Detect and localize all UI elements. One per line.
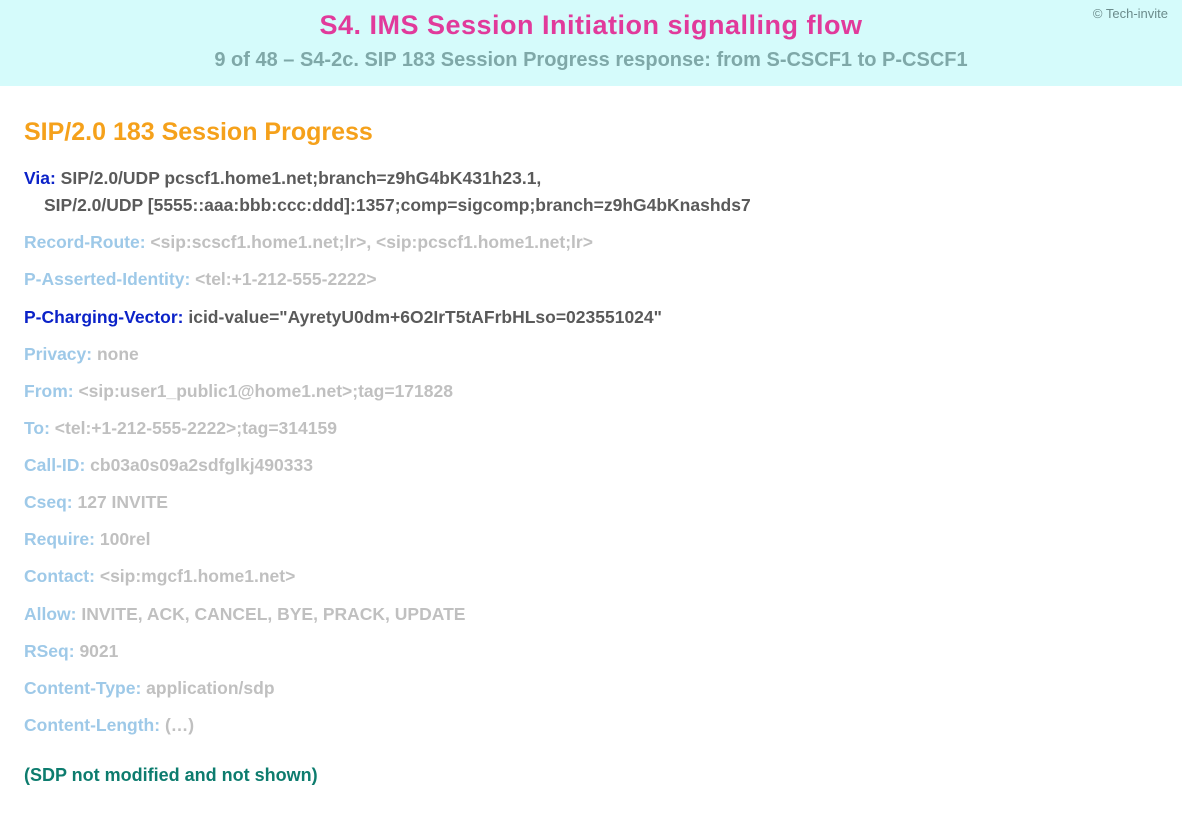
sip-header-name: P-Charging-Vector [24,307,178,327]
sip-header-line: Content-Type: application/sdp [24,675,1158,702]
sip-header-value: INVITE, ACK, CANCEL, BYE, PRACK, UPDATE [81,604,465,624]
banner-title: S4. IMS Session Initiation signalling fl… [16,10,1166,41]
sip-header-line: RSeq: 9021 [24,638,1158,665]
sdp-note: (SDP not modified and not shown) [24,765,1158,786]
sip-header-line: Content-Length: (…) [24,712,1158,739]
sip-header-line: Record-Route: <sip:scscf1.home1.net;lr>,… [24,229,1158,256]
sip-header-name: P-Asserted-Identity [24,269,184,289]
banner: © Tech-invite S4. IMS Session Initiation… [0,0,1182,86]
sip-header-value: SIP/2.0/UDP pcscf1.home1.net;branch=z9hG… [61,168,542,188]
sip-header-line: Via: SIP/2.0/UDP pcscf1.home1.net;branch… [24,165,1158,219]
sip-header-name: Via [24,168,50,188]
sip-header-name: RSeq [24,641,69,661]
sip-header-value: <sip:user1_public1@home1.net>;tag=171828 [78,381,453,401]
sip-header-line: Allow: INVITE, ACK, CANCEL, BYE, PRACK, … [24,601,1158,628]
sip-header-value: 9021 [79,641,118,661]
sip-header-continuation: SIP/2.0/UDP [5555::aaa:bbb:ccc:ddd]:1357… [24,192,751,219]
sip-header-line: Call-ID: cb03a0s09a2sdfglkj490333 [24,452,1158,479]
sip-header-value: cb03a0s09a2sdfglkj490333 [90,455,313,475]
sip-header-line: To: <tel:+1-212-555-2222>;tag=314159 [24,415,1158,442]
sip-header-value: none [97,344,139,364]
sip-header-value: 100rel [100,529,151,549]
sip-header-name: Record-Route [24,232,140,252]
sip-header-value: icid-value="AyretyU0dm+6O2IrT5tAFrbHLso=… [188,307,662,327]
sip-header-line: Privacy: none [24,341,1158,368]
sip-header-name: Content-Length [24,715,154,735]
sip-header-name: Call-ID [24,455,79,475]
sip-header-value: <tel:+1-212-555-2222> [195,269,376,289]
sip-headers: Via: SIP/2.0/UDP pcscf1.home1.net;branch… [24,165,1158,739]
sip-header-line: From: <sip:user1_public1@home1.net>;tag=… [24,378,1158,405]
sip-header-line: P-Asserted-Identity: <tel:+1-212-555-222… [24,266,1158,293]
copyright: © Tech-invite [1093,6,1168,21]
sip-header-name: Privacy [24,344,86,364]
banner-subtitle: 9 of 48 – S4-2c. SIP 183 Session Progres… [16,49,1166,72]
sip-status-line: SIP/2.0 183 Session Progress [24,118,1158,147]
sip-header-line: Contact: <sip:mgcf1.home1.net> [24,563,1158,590]
sip-header-value: 127 INVITE [78,492,168,512]
sip-header-value: <tel:+1-212-555-2222>;tag=314159 [55,418,337,438]
sip-header-value: <sip:scscf1.home1.net;lr>, <sip:pcscf1.h… [150,232,593,252]
sip-header-name: Allow [24,604,71,624]
sip-header-value: (…) [165,715,194,735]
sip-header-line: P-Charging-Vector: icid-value="AyretyU0d… [24,304,1158,331]
sip-header-line: Require: 100rel [24,526,1158,553]
sip-header-name: To [24,418,44,438]
sip-header-name: From [24,381,68,401]
sip-header-name: Contact [24,566,89,586]
sip-header-value: <sip:mgcf1.home1.net> [100,566,295,586]
sip-header-name: Cseq [24,492,67,512]
sip-header-name: Require [24,529,89,549]
sip-header-name: Content-Type [24,678,135,698]
sip-message: SIP/2.0 183 Session Progress Via: SIP/2.… [0,86,1182,806]
sip-header-line: Cseq: 127 INVITE [24,489,1158,516]
sip-header-value: application/sdp [146,678,274,698]
